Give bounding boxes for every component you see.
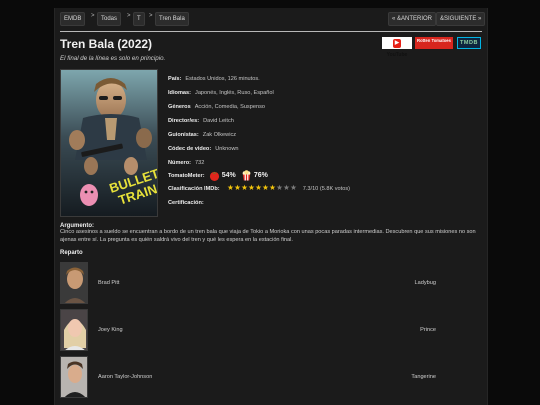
imdb-rating-text: 7.3/10 (5.8K votos) xyxy=(302,186,350,192)
youtube-label: ▶ xyxy=(392,39,402,48)
detail-label: Número: xyxy=(168,160,191,166)
rotten-tomatoes-link[interactable]: Rotten Tomatoes xyxy=(415,37,453,49)
next-button[interactable]: &SIGUIENTE » xyxy=(436,12,486,26)
actor-name[interactable]: Aaron Taylor-Johnson xyxy=(98,374,152,380)
detail-number: Número: 732 xyxy=(168,158,204,168)
star-icon: ★ xyxy=(283,183,290,192)
detail-label: Director/es: xyxy=(168,118,200,124)
actor-name[interactable]: Joey King xyxy=(98,327,123,333)
star-icon: ★ xyxy=(290,183,297,192)
top-navigation: EMDB > Todas > T > Tren Bala « &ANTERIOR… xyxy=(60,12,486,26)
detail-label: Idiomas: xyxy=(168,90,192,96)
breadcrumb-letter[interactable]: T xyxy=(133,12,145,26)
critics-score: 54% xyxy=(221,172,236,179)
detail-tomatometer: TomatoMeter: 54% 76% xyxy=(168,170,268,182)
tomato-icon xyxy=(210,171,220,182)
detail-languages: Idiomas: Japonés, Inglés, Ruso, Español xyxy=(168,88,274,98)
audience-score: 76% xyxy=(253,172,268,179)
star-icon: ★ xyxy=(248,183,255,192)
detail-codec: Códec de video: Unknown xyxy=(168,144,239,154)
poster-image: BULLET TRAIN xyxy=(61,70,157,216)
star-icon: ★ xyxy=(269,183,276,192)
movie-panel: EMDB > Todas > T > Tren Bala « &ANTERIOR… xyxy=(54,8,488,405)
detail-label: TomatoMeter: xyxy=(168,173,205,179)
detail-genres: Géneros Acción, Comedia, Suspenso xyxy=(168,102,265,112)
detail-value: Acción, Comedia, Suspenso xyxy=(194,104,265,110)
cast-member: Aaron Taylor-Johnson Tangerine xyxy=(60,356,484,400)
cast-member: Joey King Prince xyxy=(60,309,484,353)
detail-imdb: Clasificación IMDb: ★★★★★★★★★★ 7.3/10 (5… xyxy=(168,184,350,194)
actor-name[interactable]: Brad Pitt xyxy=(98,280,119,286)
page-title: Tren Bala (2022) xyxy=(60,37,153,51)
detail-value: 732 xyxy=(195,160,205,166)
actor-photo-image xyxy=(61,310,87,350)
youtube-link[interactable]: ▶ YouTube xyxy=(382,37,412,58)
breadcrumb-separator: > xyxy=(149,13,153,19)
detail-writers: Guionistas: Zak Olkewicz xyxy=(168,130,236,140)
breadcrumb-current[interactable]: Tren Bala xyxy=(155,12,189,26)
star-icon: ★ xyxy=(276,183,283,192)
youtube-text: YouTube xyxy=(386,52,408,58)
previous-button[interactable]: « &ANTERIOR xyxy=(388,12,437,26)
imdb-stars: ★★★★★★★★★★ xyxy=(227,183,297,192)
detail-value: Japonés, Inglés, Ruso, Español xyxy=(195,90,274,96)
actor-photo[interactable] xyxy=(60,356,88,398)
star-icon: ★ xyxy=(227,183,234,192)
star-icon: ★ xyxy=(255,183,262,192)
breadcrumb-separator: > xyxy=(127,13,131,19)
actor-photo[interactable] xyxy=(60,309,88,351)
detail-value: David Leitch xyxy=(203,118,234,124)
character-name: Tangerine xyxy=(411,374,436,380)
breadcrumb-separator: > xyxy=(91,13,95,19)
actor-photo-image xyxy=(61,357,87,397)
star-icon: ★ xyxy=(241,183,248,192)
detail-certification: Certificación: xyxy=(168,198,208,208)
detail-country: País: Estados Unidos, 126 minutos. xyxy=(168,74,260,84)
detail-label: Certificación: xyxy=(168,200,204,206)
star-icon: ★ xyxy=(234,183,241,192)
tagline: El final de la línea es solo en principi… xyxy=(60,55,166,62)
plot-text: Cinco asesinos a sueldo se encuentran a … xyxy=(60,229,476,243)
tmdb-link[interactable]: TMDB xyxy=(457,37,481,49)
breadcrumb-emdb[interactable]: EMDB xyxy=(60,12,86,26)
character-name: Prince xyxy=(420,327,436,333)
cast-member: Brad Pitt Ladybug xyxy=(60,262,484,306)
actor-photo[interactable] xyxy=(60,262,88,304)
character-name: Ladybug xyxy=(414,280,436,286)
divider xyxy=(60,31,482,32)
detail-value: Estados Unidos, 126 minutos. xyxy=(185,76,260,82)
detail-label: País: xyxy=(168,76,182,82)
cast-heading: Reparto xyxy=(60,250,83,256)
detail-value: Unknown xyxy=(215,146,239,152)
detail-label: Guionistas: xyxy=(168,132,199,138)
detail-label: Clasificación IMDb: xyxy=(168,186,220,192)
detail-value: Zak Olkewicz xyxy=(202,132,237,138)
actor-photo-image xyxy=(61,263,87,303)
star-icon: ★ xyxy=(262,183,269,192)
breadcrumb-todas[interactable]: Todas xyxy=(97,12,122,26)
popcorn-icon xyxy=(242,170,251,181)
detail-label: Géneros xyxy=(168,104,191,110)
rotten-tomatoes-text: Rotten Tomatoes xyxy=(417,38,451,43)
movie-poster: BULLET TRAIN xyxy=(60,69,158,217)
detail-director: Director/es: David Leitch xyxy=(168,116,234,126)
detail-label: Códec de video: xyxy=(168,146,212,152)
